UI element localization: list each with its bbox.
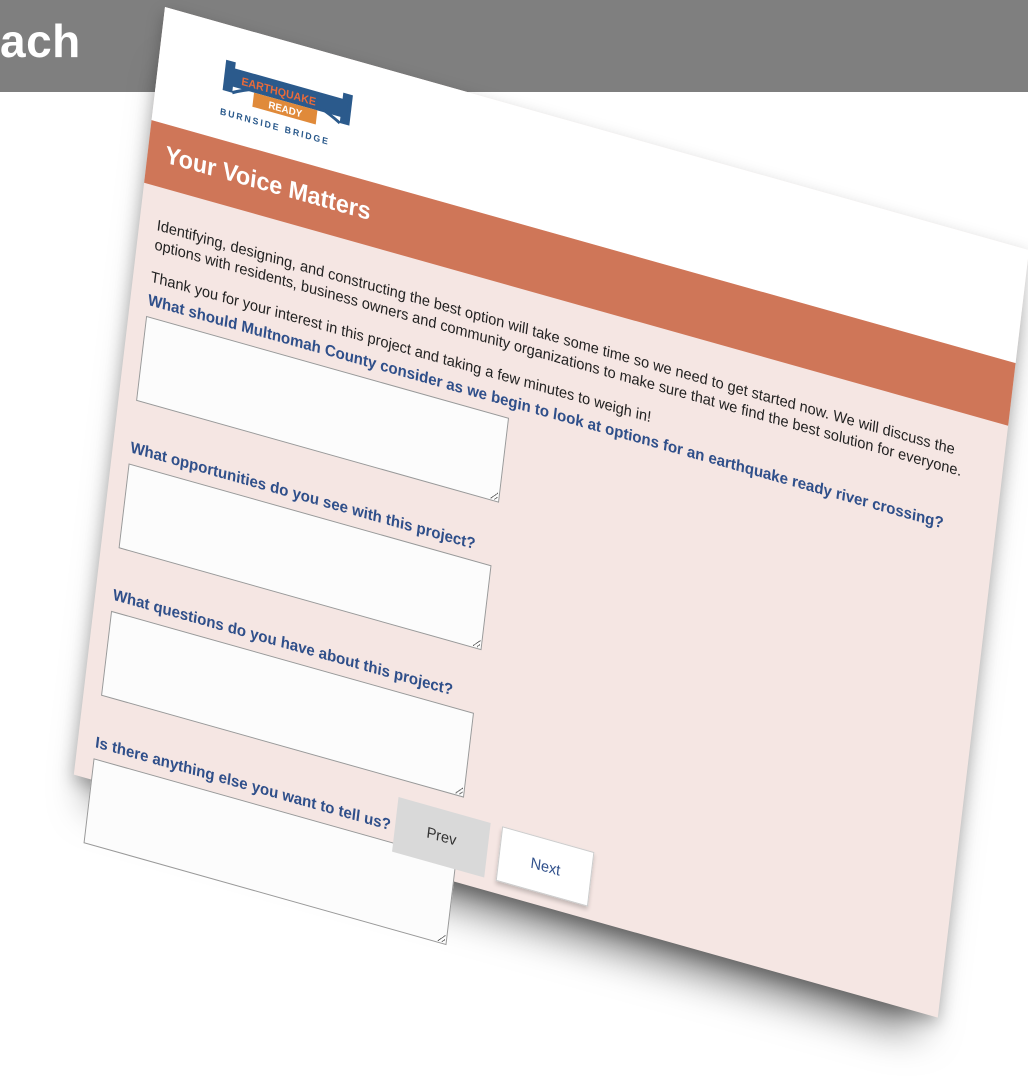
next-button[interactable]: Next bbox=[496, 826, 595, 907]
slide-title: ach bbox=[0, 15, 81, 67]
survey-form: EARTHQUAKE READY BURNSIDE BRIDGE Your Vo… bbox=[73, 7, 1028, 1018]
slide-header: ach bbox=[0, 0, 1028, 92]
